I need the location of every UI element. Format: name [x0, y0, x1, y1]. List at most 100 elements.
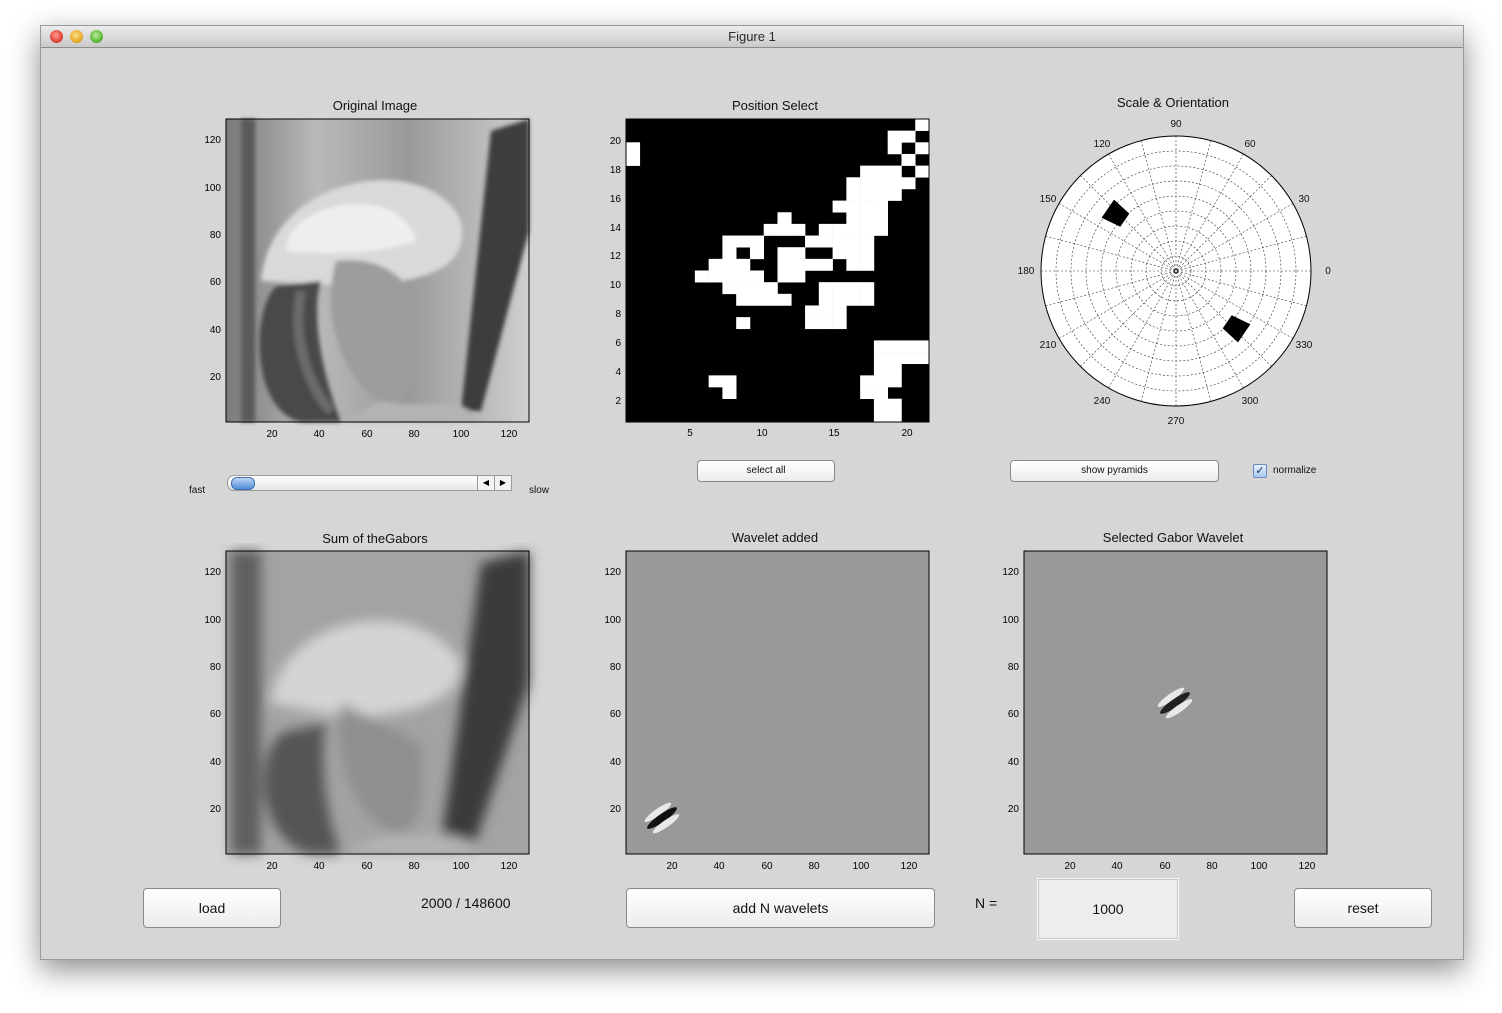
position-cell-selected[interactable] — [887, 188, 902, 201]
position-cell-selected[interactable] — [777, 270, 792, 283]
position-cell-selected[interactable] — [818, 317, 833, 330]
position-cell-selected[interactable] — [860, 258, 875, 271]
position-cell-selected[interactable] — [694, 270, 709, 283]
position-cell-selected[interactable] — [860, 282, 875, 295]
position-cell-selected[interactable] — [832, 247, 847, 260]
position-cell-selected[interactable] — [832, 235, 847, 248]
position-cell-selected[interactable] — [873, 340, 888, 353]
position-cell-selected[interactable] — [901, 340, 916, 353]
position-cell-selected[interactable] — [860, 165, 875, 178]
position-cell-selected[interactable] — [860, 387, 875, 399]
position-cell-selected[interactable] — [887, 177, 902, 190]
arrow-right-icon[interactable]: ▶ — [494, 475, 512, 491]
position-cell-selected[interactable] — [860, 188, 875, 201]
position-cell-selected[interactable] — [901, 153, 916, 166]
position-cell-selected[interactable] — [846, 258, 861, 271]
position-cell-selected[interactable] — [860, 200, 875, 213]
position-cell-selected[interactable] — [846, 282, 861, 295]
position-cell-selected[interactable] — [763, 282, 778, 295]
position-cell-selected[interactable] — [777, 293, 792, 306]
position-cell-selected[interactable] — [722, 258, 737, 271]
position-cell-selected[interactable] — [626, 153, 641, 166]
n-value-field[interactable]: 1000 — [1037, 878, 1179, 940]
position-cell-selected[interactable] — [722, 235, 737, 248]
position-cell-selected[interactable] — [722, 282, 737, 295]
position-cell-selected[interactable] — [915, 119, 930, 131]
position-cell-selected[interactable] — [791, 258, 806, 271]
position-cell-selected[interactable] — [901, 130, 916, 143]
position-cell-selected[interactable] — [791, 247, 806, 260]
position-cell-selected[interactable] — [887, 130, 902, 143]
position-cell-selected[interactable] — [777, 258, 792, 271]
position-cell-selected[interactable] — [736, 282, 751, 295]
position-cell-selected[interactable] — [777, 212, 792, 225]
position-cell-selected[interactable] — [736, 293, 751, 306]
speed-slider-thumb[interactable] — [231, 477, 255, 490]
position-cell-selected[interactable] — [846, 177, 861, 190]
position-cell-selected[interactable] — [846, 223, 861, 236]
position-cell-selected[interactable] — [832, 293, 847, 306]
position-cell-selected[interactable] — [749, 293, 765, 306]
position-cell-selected[interactable] — [736, 258, 751, 271]
position-cell-selected[interactable] — [832, 317, 847, 330]
position-cell-selected[interactable] — [887, 363, 902, 376]
position-cell-selected[interactable] — [763, 223, 778, 236]
position-cell-selected[interactable] — [749, 270, 765, 283]
position-cell-selected[interactable] — [763, 293, 778, 306]
position-cell-selected[interactable] — [708, 258, 723, 271]
position-cell-selected[interactable] — [901, 352, 916, 365]
position-cell-selected[interactable] — [722, 375, 737, 388]
position-cell-selected[interactable] — [818, 282, 833, 295]
position-cell-selected[interactable] — [915, 352, 930, 365]
position-cell-selected[interactable] — [832, 200, 847, 213]
position-cell-selected[interactable] — [832, 282, 847, 295]
position-cell-selected[interactable] — [887, 398, 902, 411]
position-cell-selected[interactable] — [818, 258, 833, 271]
position-cell-selected[interactable] — [708, 270, 723, 283]
position-cell-selected[interactable] — [818, 293, 833, 306]
position-cell-selected[interactable] — [873, 375, 888, 388]
position-cell-selected[interactable] — [708, 375, 723, 388]
position-cell-selected[interactable] — [805, 235, 820, 248]
position-cell-selected[interactable] — [791, 270, 806, 283]
position-cell-selected[interactable] — [722, 387, 737, 399]
position-cell-selected[interactable] — [873, 165, 888, 178]
position-cell-selected[interactable] — [818, 235, 833, 248]
position-cell-selected[interactable] — [873, 352, 888, 365]
reset-button[interactable]: reset — [1294, 888, 1432, 928]
arrow-left-icon[interactable]: ◀ — [477, 475, 495, 491]
position-cell-selected[interactable] — [887, 352, 902, 365]
position-cell-selected[interactable] — [805, 305, 820, 318]
position-cell-selected[interactable] — [846, 235, 861, 248]
position-cell-selected[interactable] — [873, 410, 888, 423]
position-cell-selected[interactable] — [887, 142, 902, 155]
position-cell-selected[interactable] — [873, 363, 888, 376]
position-cell-selected[interactable] — [887, 340, 902, 353]
position-cell-selected[interactable] — [860, 223, 875, 236]
position-cell-selected[interactable] — [860, 235, 875, 248]
add-n-wavelets-button[interactable]: add N wavelets — [626, 888, 935, 928]
position-cell-selected[interactable] — [791, 223, 806, 236]
position-cell-selected[interactable] — [818, 305, 833, 318]
position-cell-selected[interactable] — [736, 235, 751, 248]
position-cell-selected[interactable] — [860, 212, 875, 225]
position-cell-selected[interactable] — [860, 293, 875, 306]
position-cell-selected[interactable] — [736, 317, 751, 330]
position-cell-selected[interactable] — [818, 223, 833, 236]
select-all-button[interactable]: select all — [697, 460, 835, 482]
position-cell-selected[interactable] — [846, 200, 861, 213]
position-cell-selected[interactable] — [887, 410, 902, 423]
position-cell-selected[interactable] — [832, 223, 847, 236]
position-cell-selected[interactable] — [873, 212, 888, 225]
position-cell-selected[interactable] — [887, 375, 902, 388]
position-cell-selected[interactable] — [722, 247, 737, 260]
position-cell-selected[interactable] — [873, 200, 888, 213]
position-cell-selected[interactable] — [736, 270, 751, 283]
position-cell-selected[interactable] — [846, 212, 861, 225]
position-cell-selected[interactable] — [749, 235, 765, 248]
position-cell-selected[interactable] — [873, 387, 888, 399]
position-cell-selected[interactable] — [860, 247, 875, 260]
position-cell-selected[interactable] — [873, 177, 888, 190]
position-cell-selected[interactable] — [915, 142, 930, 155]
position-cell-selected[interactable] — [805, 258, 820, 271]
